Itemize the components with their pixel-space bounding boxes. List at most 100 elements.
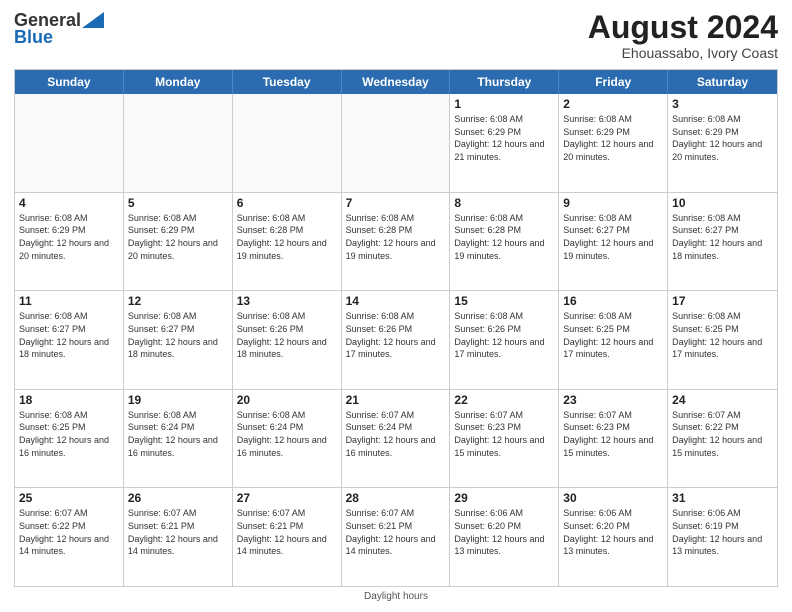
calendar-cell: 7Sunrise: 6:08 AM Sunset: 6:28 PM Daylig… <box>342 193 451 291</box>
calendar-cell: 18 Sunrise: 6:08 AM Sunset: 6:25 PM Dayli… <box>15 390 124 488</box>
day-number: 2 <box>563 97 663 111</box>
calendar-cell: 23 Sunrise: 6:07 AM Sunset: 6:23 PM Dayli… <box>559 390 668 488</box>
day-info: Sunrise: 6:08 AM Sunset: 6:29 PM Dayligh… <box>19 212 119 262</box>
location-subtitle: Ehouassabo, Ivory Coast <box>588 45 778 61</box>
calendar-week: 11 Sunrise: 6:08 AM Sunset: 6:27 PM Dayli… <box>15 291 777 390</box>
calendar-cell: 29Sunrise: 6:06 AM Sunset: 6:20 PM Dayli… <box>450 488 559 586</box>
day-number: 13 <box>237 294 337 308</box>
day-info: Sunrise: 6:08 AM Sunset: 6:28 PM Dayligh… <box>454 212 554 262</box>
calendar-body: 1 Sunrise: 6:08 AM Sunset: 6:29 PM Daylig… <box>15 94 777 586</box>
calendar-cell: 24 Sunrise: 6:07 AM Sunset: 6:22 PM Dayli… <box>668 390 777 488</box>
calendar-cell: 4 Sunrise: 6:08 AM Sunset: 6:29 PM Daylig… <box>15 193 124 291</box>
calendar-header-row: SundayMondayTuesdayWednesdayThursdayFrid… <box>15 70 777 94</box>
day-info: Sunrise: 6:08 AM Sunset: 6:26 PM Dayligh… <box>454 310 554 360</box>
calendar-cell <box>233 94 342 192</box>
day-number: 26 <box>128 491 228 505</box>
day-number: 23 <box>563 393 663 407</box>
title-block: August 2024 Ehouassabo, Ivory Coast <box>588 10 778 61</box>
day-number: 20 <box>237 393 337 407</box>
day-info: Sunrise: 6:07 AM Sunset: 6:23 PM Dayligh… <box>563 409 663 459</box>
day-info: Sunrise: 6:08 AM Sunset: 6:24 PM Dayligh… <box>237 409 337 459</box>
day-info: Sunrise: 6:06 AM Sunset: 6:20 PM Dayligh… <box>454 507 554 557</box>
day-info: Sunrise: 6:07 AM Sunset: 6:21 PM Dayligh… <box>346 507 446 557</box>
calendar-cell: 13 Sunrise: 6:08 AM Sunset: 6:26 PM Dayli… <box>233 291 342 389</box>
day-number: 28 <box>346 491 446 505</box>
day-number: 24 <box>672 393 773 407</box>
day-number: 15 <box>454 294 554 308</box>
logo: General Blue <box>14 10 104 48</box>
day-number: 19 <box>128 393 228 407</box>
day-info: Sunrise: 6:07 AM Sunset: 6:24 PM Dayligh… <box>346 409 446 459</box>
day-number: 10 <box>672 196 773 210</box>
calendar-header-cell: Friday <box>559 70 668 94</box>
calendar-cell <box>342 94 451 192</box>
calendar-cell: 19 Sunrise: 6:08 AM Sunset: 6:24 PM Dayli… <box>124 390 233 488</box>
day-number: 11 <box>19 294 119 308</box>
day-info: Sunrise: 6:08 AM Sunset: 6:29 PM Dayligh… <box>128 212 228 262</box>
day-number: 17 <box>672 294 773 308</box>
calendar-header-cell: Thursday <box>450 70 559 94</box>
day-info: Sunrise: 6:08 AM Sunset: 6:28 PM Dayligh… <box>237 212 337 262</box>
day-info: Sunrise: 6:08 AM Sunset: 6:26 PM Dayligh… <box>237 310 337 360</box>
calendar-cell: 20 Sunrise: 6:08 AM Sunset: 6:24 PM Dayli… <box>233 390 342 488</box>
calendar-cell: 27Sunrise: 6:07 AM Sunset: 6:21 PM Dayli… <box>233 488 342 586</box>
calendar-header-cell: Tuesday <box>233 70 342 94</box>
day-number: 16 <box>563 294 663 308</box>
day-info: Sunrise: 6:08 AM Sunset: 6:27 PM Dayligh… <box>19 310 119 360</box>
day-number: 25 <box>19 491 119 505</box>
day-info: Sunrise: 6:06 AM Sunset: 6:19 PM Dayligh… <box>672 507 773 557</box>
day-number: 31 <box>672 491 773 505</box>
day-number: 18 <box>19 393 119 407</box>
day-number: 1 <box>454 97 554 111</box>
day-info: Sunrise: 6:08 AM Sunset: 6:27 PM Dayligh… <box>563 212 663 262</box>
footer-note: Daylight hours <box>14 591 778 602</box>
calendar-cell: 12 Sunrise: 6:08 AM Sunset: 6:27 PM Dayli… <box>124 291 233 389</box>
calendar-cell <box>15 94 124 192</box>
calendar-header-cell: Sunday <box>15 70 124 94</box>
calendar-cell: 21 Sunrise: 6:07 AM Sunset: 6:24 PM Dayli… <box>342 390 451 488</box>
day-info: Sunrise: 6:07 AM Sunset: 6:22 PM Dayligh… <box>672 409 773 459</box>
calendar-week: 4 Sunrise: 6:08 AM Sunset: 6:29 PM Daylig… <box>15 193 777 292</box>
day-number: 21 <box>346 393 446 407</box>
day-number: 4 <box>19 196 119 210</box>
calendar-cell: 28 Sunrise: 6:07 AM Sunset: 6:21 PM Dayli… <box>342 488 451 586</box>
day-info: Sunrise: 6:08 AM Sunset: 6:26 PM Dayligh… <box>346 310 446 360</box>
calendar-cell: 30 Sunrise: 6:06 AM Sunset: 6:20 PM Dayli… <box>559 488 668 586</box>
calendar-cell: 6Sunrise: 6:08 AM Sunset: 6:28 PM Daylig… <box>233 193 342 291</box>
day-info: Sunrise: 6:08 AM Sunset: 6:27 PM Dayligh… <box>672 212 773 262</box>
calendar-cell: 8 Sunrise: 6:08 AM Sunset: 6:28 PM Daylig… <box>450 193 559 291</box>
day-info: Sunrise: 6:07 AM Sunset: 6:21 PM Dayligh… <box>128 507 228 557</box>
calendar-cell: 11 Sunrise: 6:08 AM Sunset: 6:27 PM Dayli… <box>15 291 124 389</box>
calendar-cell: 22Sunrise: 6:07 AM Sunset: 6:23 PM Dayli… <box>450 390 559 488</box>
calendar-cell: 2 Sunrise: 6:08 AM Sunset: 6:29 PM Daylig… <box>559 94 668 192</box>
day-info: Sunrise: 6:08 AM Sunset: 6:29 PM Dayligh… <box>672 113 773 163</box>
calendar-cell <box>124 94 233 192</box>
calendar-cell: 26 Sunrise: 6:07 AM Sunset: 6:21 PM Dayli… <box>124 488 233 586</box>
page: General Blue August 2024 Ehouassabo, Ivo… <box>0 0 792 612</box>
calendar-cell: 15 Sunrise: 6:08 AM Sunset: 6:26 PM Dayli… <box>450 291 559 389</box>
calendar-week: 25Sunrise: 6:07 AM Sunset: 6:22 PM Dayli… <box>15 488 777 586</box>
day-info: Sunrise: 6:08 AM Sunset: 6:25 PM Dayligh… <box>19 409 119 459</box>
day-number: 8 <box>454 196 554 210</box>
day-number: 9 <box>563 196 663 210</box>
calendar-cell: 31 Sunrise: 6:06 AM Sunset: 6:19 PM Dayli… <box>668 488 777 586</box>
day-number: 12 <box>128 294 228 308</box>
day-info: Sunrise: 6:08 AM Sunset: 6:28 PM Dayligh… <box>346 212 446 262</box>
month-title: August 2024 <box>588 10 778 45</box>
day-number: 22 <box>454 393 554 407</box>
day-info: Sunrise: 6:08 AM Sunset: 6:25 PM Dayligh… <box>563 310 663 360</box>
calendar-header-cell: Wednesday <box>342 70 451 94</box>
calendar-cell: 16 Sunrise: 6:08 AM Sunset: 6:25 PM Dayli… <box>559 291 668 389</box>
day-number: 30 <box>563 491 663 505</box>
logo-icon <box>82 12 104 28</box>
day-info: Sunrise: 6:08 AM Sunset: 6:29 PM Dayligh… <box>563 113 663 163</box>
day-info: Sunrise: 6:07 AM Sunset: 6:21 PM Dayligh… <box>237 507 337 557</box>
day-info: Sunrise: 6:08 AM Sunset: 6:27 PM Dayligh… <box>128 310 228 360</box>
calendar-cell: 17Sunrise: 6:08 AM Sunset: 6:25 PM Dayli… <box>668 291 777 389</box>
day-info: Sunrise: 6:08 AM Sunset: 6:24 PM Dayligh… <box>128 409 228 459</box>
day-number: 3 <box>672 97 773 111</box>
calendar-cell: 3 Sunrise: 6:08 AM Sunset: 6:29 PM Daylig… <box>668 94 777 192</box>
day-info: Sunrise: 6:06 AM Sunset: 6:20 PM Dayligh… <box>563 507 663 557</box>
calendar-cell: 9 Sunrise: 6:08 AM Sunset: 6:27 PM Daylig… <box>559 193 668 291</box>
calendar-week: 1 Sunrise: 6:08 AM Sunset: 6:29 PM Daylig… <box>15 94 777 193</box>
